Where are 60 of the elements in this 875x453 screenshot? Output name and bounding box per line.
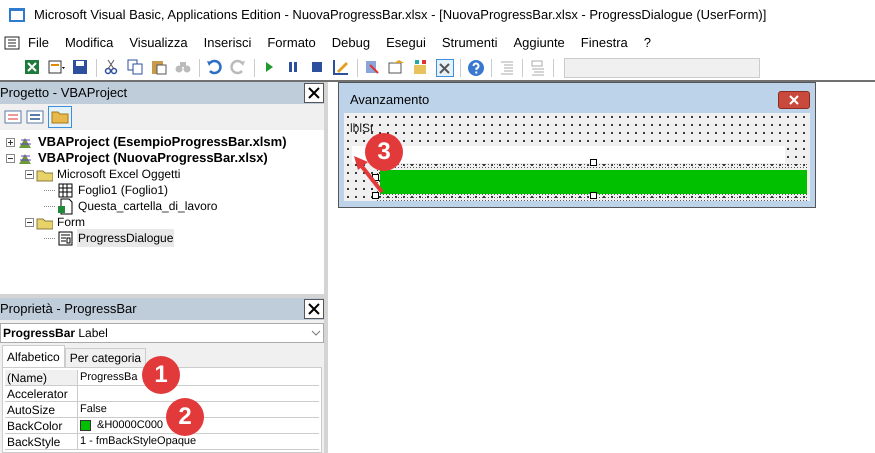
form-icon[interactable] (4, 36, 20, 50)
menu-item[interactable]: Visualizza (121, 32, 196, 52)
design-mode-icon[interactable] (333, 58, 351, 76)
pane-title: Progetto - VBAProject (0, 84, 128, 102)
view-object-icon[interactable] (26, 110, 44, 124)
workbook-icon (57, 198, 74, 214)
pane-title: Proprietà - ProgressBar (0, 300, 137, 318)
form-title: Avanzamento (350, 91, 430, 110)
save-icon[interactable] (72, 58, 90, 76)
sheet-icon (57, 182, 74, 198)
close-button[interactable] (778, 91, 810, 109)
menu-item[interactable]: File (20, 32, 57, 52)
property-name: BackStyle (5, 434, 78, 449)
property-name: AutoSize (5, 402, 78, 417)
window-title: Microsoft Visual Basic, Applications Edition - NuovaProgressBar.xlsx - [NuovaProgressBar.xlsx - ProgressDialogue (UserForm)] (34, 6, 766, 24)
close-icon (789, 95, 799, 105)
view-code-icon[interactable] (4, 110, 22, 124)
menu-item[interactable]: Inserisci (196, 32, 260, 52)
chevron-icon (311, 330, 321, 336)
expand-icon[interactable] (6, 138, 15, 146)
menu-item[interactable]: Aggiunte (505, 32, 573, 52)
menu-item[interactable]: Finestra (572, 32, 636, 52)
folder-icon[interactable] (48, 106, 72, 128)
properties-icon[interactable] (388, 58, 406, 76)
collapse-icon[interactable] (25, 218, 34, 226)
property-name: BackColor (5, 418, 78, 433)
paste-icon[interactable] (151, 58, 169, 76)
property-value[interactable]: &H0000C000 (97, 417, 164, 434)
object-dropdown[interactable]: ProgressBar Label (0, 323, 324, 343)
toolbar-field[interactable] (564, 58, 760, 78)
property-value[interactable]: ProgressBa (80, 369, 138, 386)
menu-item[interactable]: Debug (324, 32, 378, 52)
form-icon (57, 230, 74, 246)
tab[interactable]: Alfabetico (2, 345, 65, 367)
property-value[interactable]: 1 - fmBackStyleOpaque (80, 433, 196, 450)
excel-icon[interactable] (24, 58, 42, 76)
close-button[interactable] (304, 83, 324, 103)
property-name: (Name) (5, 370, 78, 385)
collapse-icon[interactable] (6, 154, 15, 162)
tools-icon[interactable] (436, 58, 454, 76)
menu-item[interactable]: ? (636, 32, 659, 52)
tree-item[interactable]: Foglio1 (Foglio1) (77, 181, 170, 199)
app-icon (8, 6, 26, 24)
menu-item[interactable]: Modifica (56, 32, 122, 52)
undo-icon[interactable] (206, 58, 224, 76)
close-button[interactable] (304, 299, 324, 319)
menu-item[interactable]: Esegui (378, 32, 434, 52)
copy-icon[interactable] (127, 58, 145, 76)
help-icon[interactable] (467, 58, 485, 76)
property-name: Accelerator (5, 386, 78, 401)
tree-item[interactable]: Form (56, 213, 86, 231)
collapse-icon[interactable] (25, 170, 34, 178)
property-value[interactable]: False (80, 401, 107, 418)
tree-item[interactable]: Questa_cartella_di_lavoro (77, 197, 218, 215)
tab[interactable]: Per categoria (64, 348, 146, 367)
tree-item[interactable]: Microsoft Excel Oggetti (56, 165, 182, 183)
tree-item[interactable]: ProgressDialogue (77, 229, 174, 247)
menu-item[interactable]: Strumenti (434, 32, 506, 52)
menu-item[interactable]: Formato (259, 32, 324, 52)
insert-form-icon[interactable] (48, 58, 66, 76)
